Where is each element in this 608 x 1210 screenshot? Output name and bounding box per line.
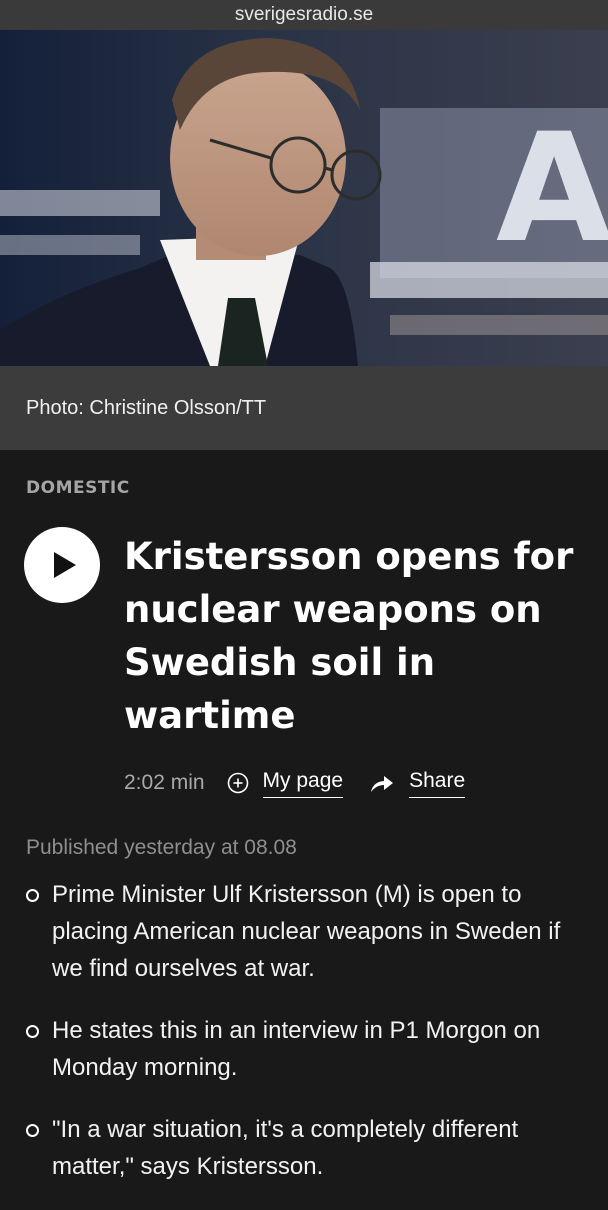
play-icon <box>54 552 76 578</box>
my-page-label: My page <box>262 769 344 798</box>
list-item-text: He states this in an interview in P1 Mor… <box>52 1017 541 1081</box>
my-page-button[interactable]: My page <box>227 769 344 798</box>
article-category[interactable]: DOMESTIC <box>26 478 130 498</box>
list-item-text: "In a war situation, it's a completely d… <box>52 1116 519 1180</box>
list-item: "In a war situation, it's a completely d… <box>0 1111 608 1185</box>
list-item: He states this in an interview in P1 Mor… <box>0 1012 608 1086</box>
bullet-icon <box>26 889 39 902</box>
photo-caption-text: Photo: Christine Olsson/TT <box>26 396 267 419</box>
published-timestamp: Published yesterday at 08.08 <box>26 836 297 859</box>
hero-photo: A <box>0 30 608 366</box>
list-item-text: Prime Minister Ulf Kristersson (M) is op… <box>52 881 561 982</box>
article-title: Kristersson opens for nuclear weapons on… <box>124 535 574 737</box>
audio-duration: 2:02 min <box>124 771 205 794</box>
plus-circle-icon <box>227 772 248 794</box>
share-arrow-icon <box>371 776 394 792</box>
article-hero-image: A <box>0 30 608 366</box>
list-item: Prime Minister Ulf Kristersson (M) is op… <box>0 876 608 987</box>
bullet-icon <box>26 1124 39 1137</box>
svg-text:A: A <box>496 102 608 276</box>
photo-caption: Photo: Christine Olsson/TT <box>0 366 608 450</box>
share-label: Share <box>409 769 466 798</box>
browser-domain: sverigesradio.se <box>234 4 374 25</box>
browser-url-bar[interactable]: sverigesradio.se <box>0 0 608 30</box>
article-meta-bar: 2:02 min My page Share <box>124 766 466 800</box>
article-summary-list: Prime Minister Ulf Kristersson (M) is op… <box>0 876 608 1210</box>
bullet-icon <box>26 1025 39 1038</box>
share-button[interactable]: Share <box>343 769 466 798</box>
play-button[interactable] <box>24 527 100 603</box>
